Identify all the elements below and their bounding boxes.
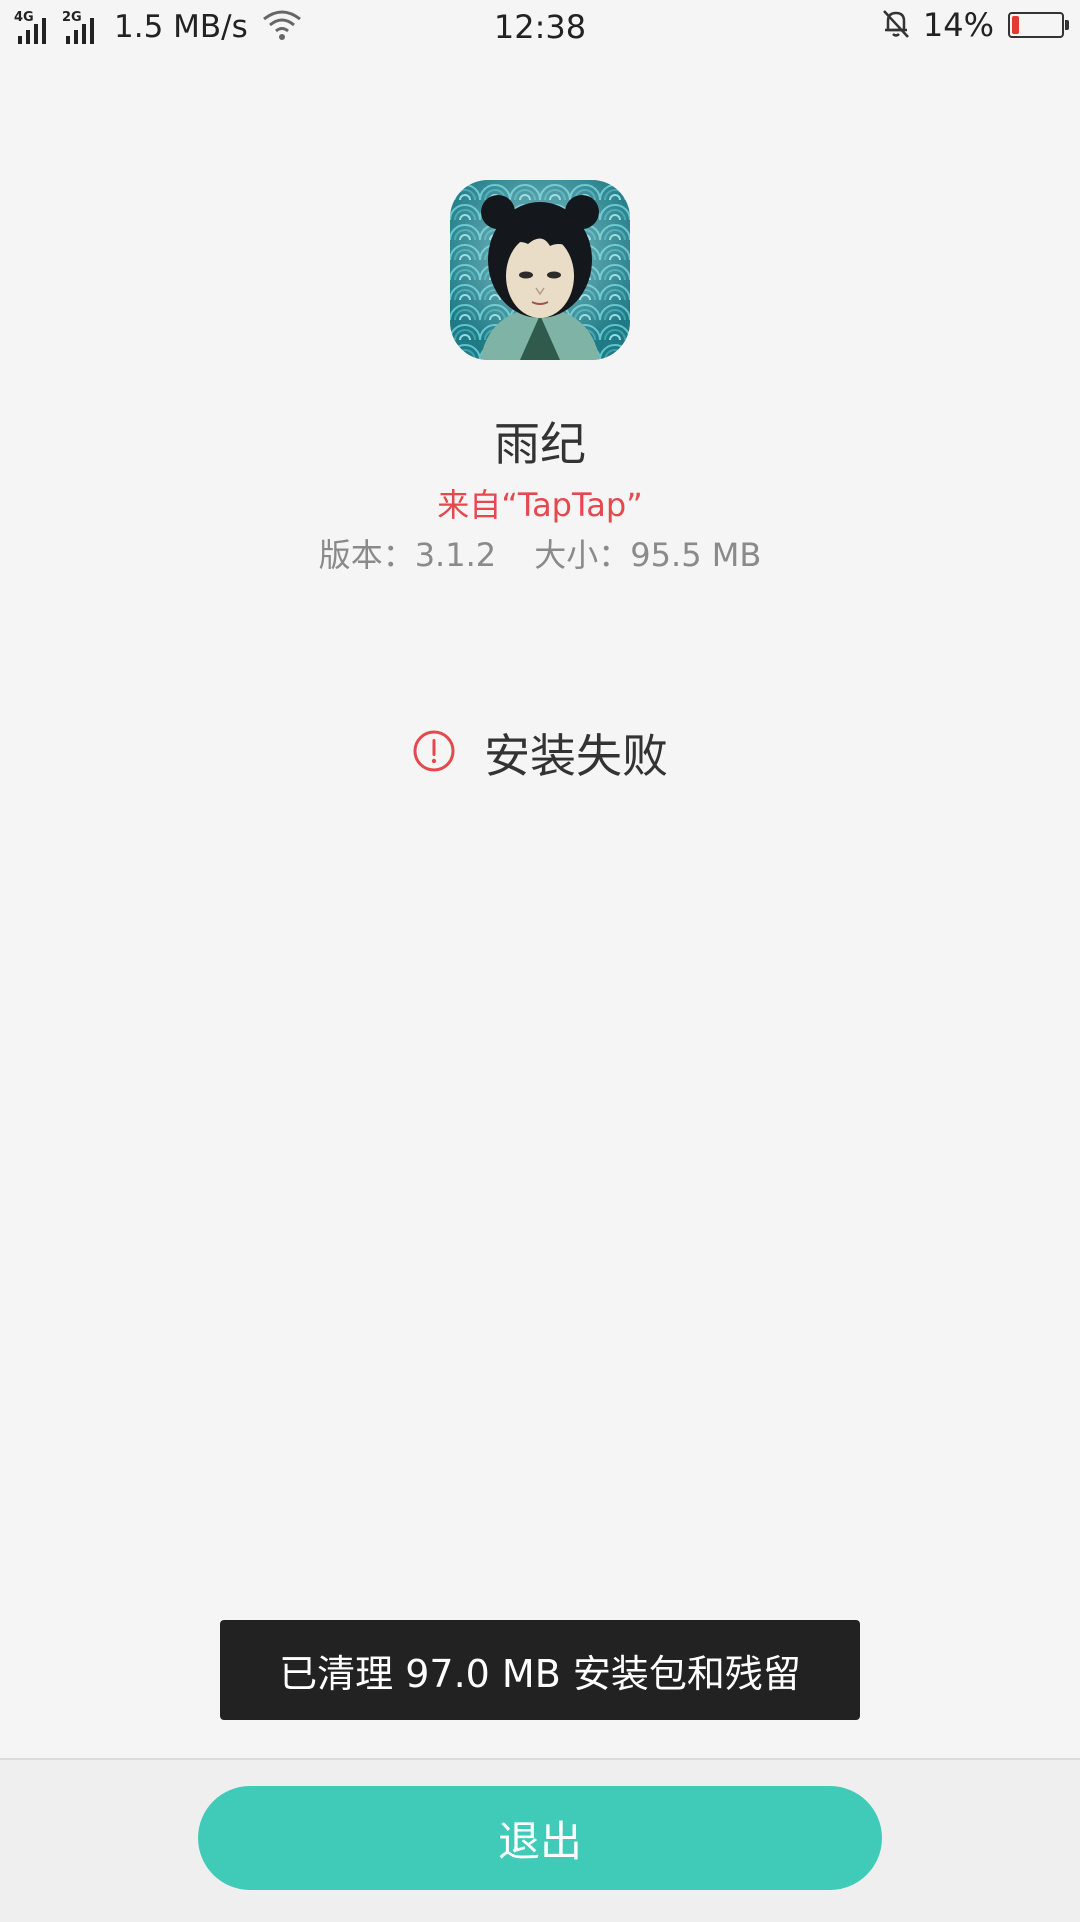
battery-fill [1012, 16, 1019, 34]
app-meta: 版本：3.1.2 大小：95.5 MB [0, 530, 1080, 576]
battery-icon [1008, 12, 1069, 38]
app-version: 版本：3.1.2 [318, 536, 497, 574]
exit-button[interactable]: 退出 [198, 1786, 882, 1890]
toast-text: 已清理 97.0 MB 安装包和残留 [279, 1651, 801, 1696]
alert-circle-icon [412, 729, 456, 777]
bell-muted-icon [879, 6, 913, 44]
app-icon [450, 180, 630, 360]
app-name: 雨纪 [494, 417, 586, 471]
app-size: 大小：95.5 MB [534, 536, 762, 574]
result-text: 安装失败 [484, 729, 668, 783]
app-source: 来自“TapTap” [437, 486, 643, 524]
status-right: 14% [879, 6, 1069, 44]
status-bar: 4G 2G 1.5 MB/s 12:38 14% [0, 0, 1080, 56]
battery-percent: 14% [922, 6, 994, 44]
toast-message: 已清理 97.0 MB 安装包和残留 [220, 1620, 860, 1720]
install-result: 安装失败 [0, 720, 1080, 786]
